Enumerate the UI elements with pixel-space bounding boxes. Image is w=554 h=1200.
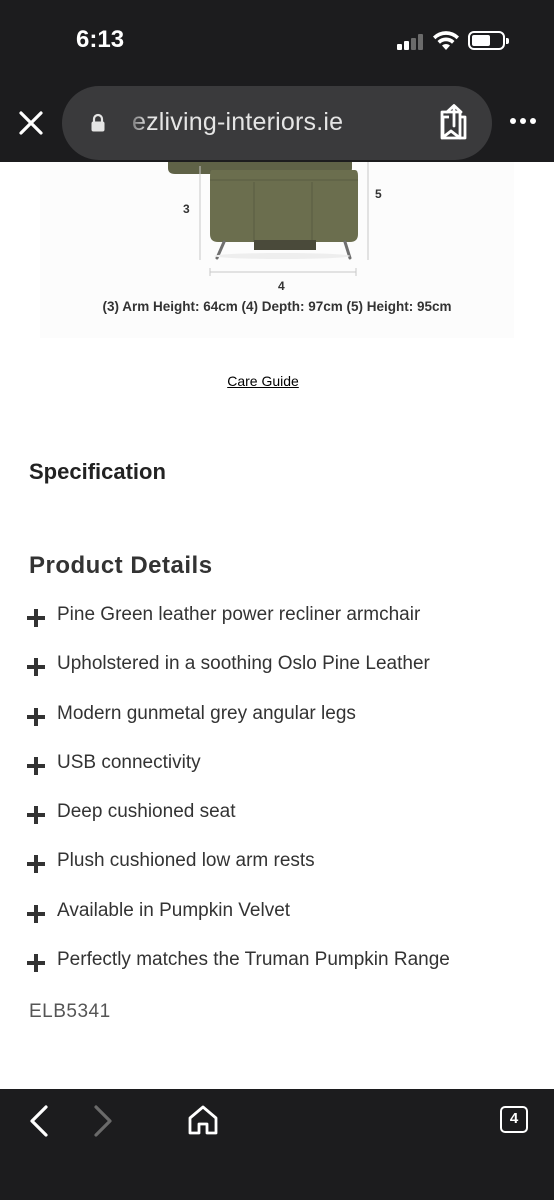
list-item: Perfectly matches the Truman Pumpkin Ran… xyxy=(27,949,537,998)
specification-heading[interactable]: Specification xyxy=(29,459,166,485)
forward-arrow-icon[interactable] xyxy=(88,1103,116,1139)
plus-icon xyxy=(27,904,45,923)
battery-icon xyxy=(468,31,509,50)
list-item: Upholstered in a soothing Oslo Pine Leat… xyxy=(27,653,537,702)
address-bar[interactable]: ezliving-interiors.ie xyxy=(62,86,492,160)
chair-illustration xyxy=(168,162,369,276)
more-options-icon[interactable] xyxy=(510,118,540,126)
list-item: Pine Green leather power recliner armcha… xyxy=(27,604,537,653)
cellular-signal-icon xyxy=(397,34,425,50)
care-guide-link[interactable]: Care Guide xyxy=(0,373,526,389)
dimension-caption: (3) Arm Height: 64cm (4) Depth: 97cm (5)… xyxy=(102,299,452,314)
back-arrow-icon[interactable] xyxy=(26,1103,54,1139)
dimension-label-4: 4 xyxy=(278,279,285,293)
tabs-button[interactable]: 4 xyxy=(500,1106,528,1133)
wifi-icon xyxy=(433,31,459,50)
list-item: Plush cushioned low arm rests xyxy=(27,850,537,899)
dimension-label-5: 5 xyxy=(375,187,382,201)
list-item: Available in Pumpkin Velvet xyxy=(27,900,537,949)
home-icon[interactable] xyxy=(186,1103,220,1137)
product-details-heading: Product Details xyxy=(29,552,213,579)
share-icon[interactable] xyxy=(440,103,468,141)
list-item: Modern gunmetal grey angular legs xyxy=(27,703,537,752)
product-sku: ELB5341 xyxy=(29,1001,111,1022)
plus-icon xyxy=(27,658,45,677)
product-details-list: Pine Green leather power recliner armcha… xyxy=(27,604,537,998)
plus-icon xyxy=(27,707,45,726)
plus-icon xyxy=(27,855,45,874)
browser-top-bar: 6:13 ezliving-interiors.ie xyxy=(0,0,554,162)
list-item: USB connectivity xyxy=(27,752,537,801)
plus-icon xyxy=(27,609,45,627)
browser-bottom-bar: 4 xyxy=(0,1089,554,1200)
url-text: ezliving-interiors.ie xyxy=(132,108,344,136)
dimension-label-3: 3 xyxy=(183,202,190,216)
plus-icon xyxy=(27,806,45,825)
close-icon[interactable] xyxy=(14,106,48,140)
plus-icon xyxy=(27,954,45,973)
product-dimension-image: 3 5 4 (3) Arm Height: 64cm (4) Depth: 97… xyxy=(40,162,514,338)
status-time: 6:13 xyxy=(76,26,125,53)
list-item: Deep cushioned seat xyxy=(27,801,537,850)
lock-icon xyxy=(91,113,105,132)
plus-icon xyxy=(27,756,45,775)
